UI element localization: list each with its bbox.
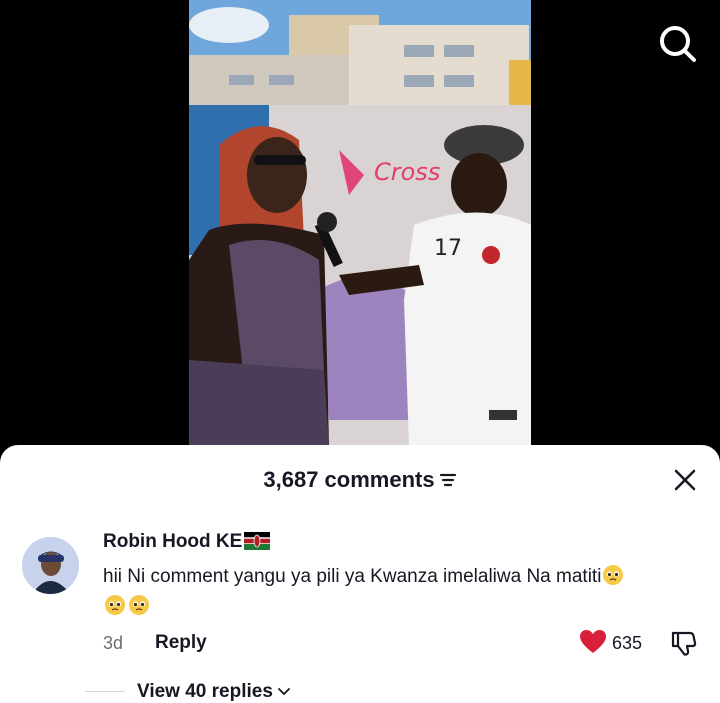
replies-divider bbox=[85, 691, 125, 692]
like-count: 635 bbox=[612, 633, 643, 653]
view-replies-label: View 40 replies bbox=[137, 681, 273, 703]
close-button[interactable] bbox=[674, 469, 696, 491]
filter-icon[interactable] bbox=[439, 468, 457, 494]
comments-header: 3,687 comments bbox=[0, 445, 720, 515]
dislike-button[interactable] bbox=[670, 629, 698, 657]
close-icon bbox=[674, 469, 696, 491]
video-player[interactable]: Cross 17 bbox=[0, 0, 720, 460]
pleading-face-emoji bbox=[104, 594, 126, 616]
pleading-face-emoji bbox=[128, 594, 150, 616]
avatar[interactable] bbox=[22, 537, 79, 594]
video-scene-image: Cross 17 bbox=[189, 0, 531, 445]
search-icon bbox=[660, 26, 696, 62]
video-frame[interactable]: Cross 17 bbox=[189, 0, 531, 445]
comments-sheet: 3,687 comments Robin Hood KE hii Ni comm… bbox=[0, 445, 720, 703]
comment-body: hii Ni comment yangu ya pili ya Kwanza i… bbox=[103, 566, 602, 587]
thumbs-down-icon bbox=[671, 631, 697, 656]
svg-text:Cross: Cross bbox=[374, 158, 440, 186]
kenya-flag-emoji bbox=[244, 532, 271, 556]
username-label: Robin Hood KE bbox=[103, 531, 243, 552]
comment-timestamp: 3d bbox=[103, 633, 124, 653]
reply-button[interactable]: Reply bbox=[155, 632, 207, 654]
search-button[interactable] bbox=[658, 24, 698, 64]
avatar-image bbox=[22, 537, 79, 594]
comment-username[interactable]: Robin Hood KE bbox=[103, 531, 271, 556]
view-replies-button[interactable]: View 40 replies bbox=[137, 681, 291, 703]
comments-count-title[interactable]: 3,687 comments bbox=[0, 467, 720, 494]
chevron-down-icon bbox=[277, 681, 291, 703]
pleading-face-emoji bbox=[602, 564, 624, 586]
comments-count-label: 3,687 comments bbox=[263, 467, 435, 492]
svg-text:17: 17 bbox=[434, 236, 462, 261]
heart-icon bbox=[580, 630, 606, 653]
like-button[interactable] bbox=[579, 629, 607, 655]
comment-text: hii Ni comment yangu ya pili ya Kwanza i… bbox=[103, 562, 683, 622]
